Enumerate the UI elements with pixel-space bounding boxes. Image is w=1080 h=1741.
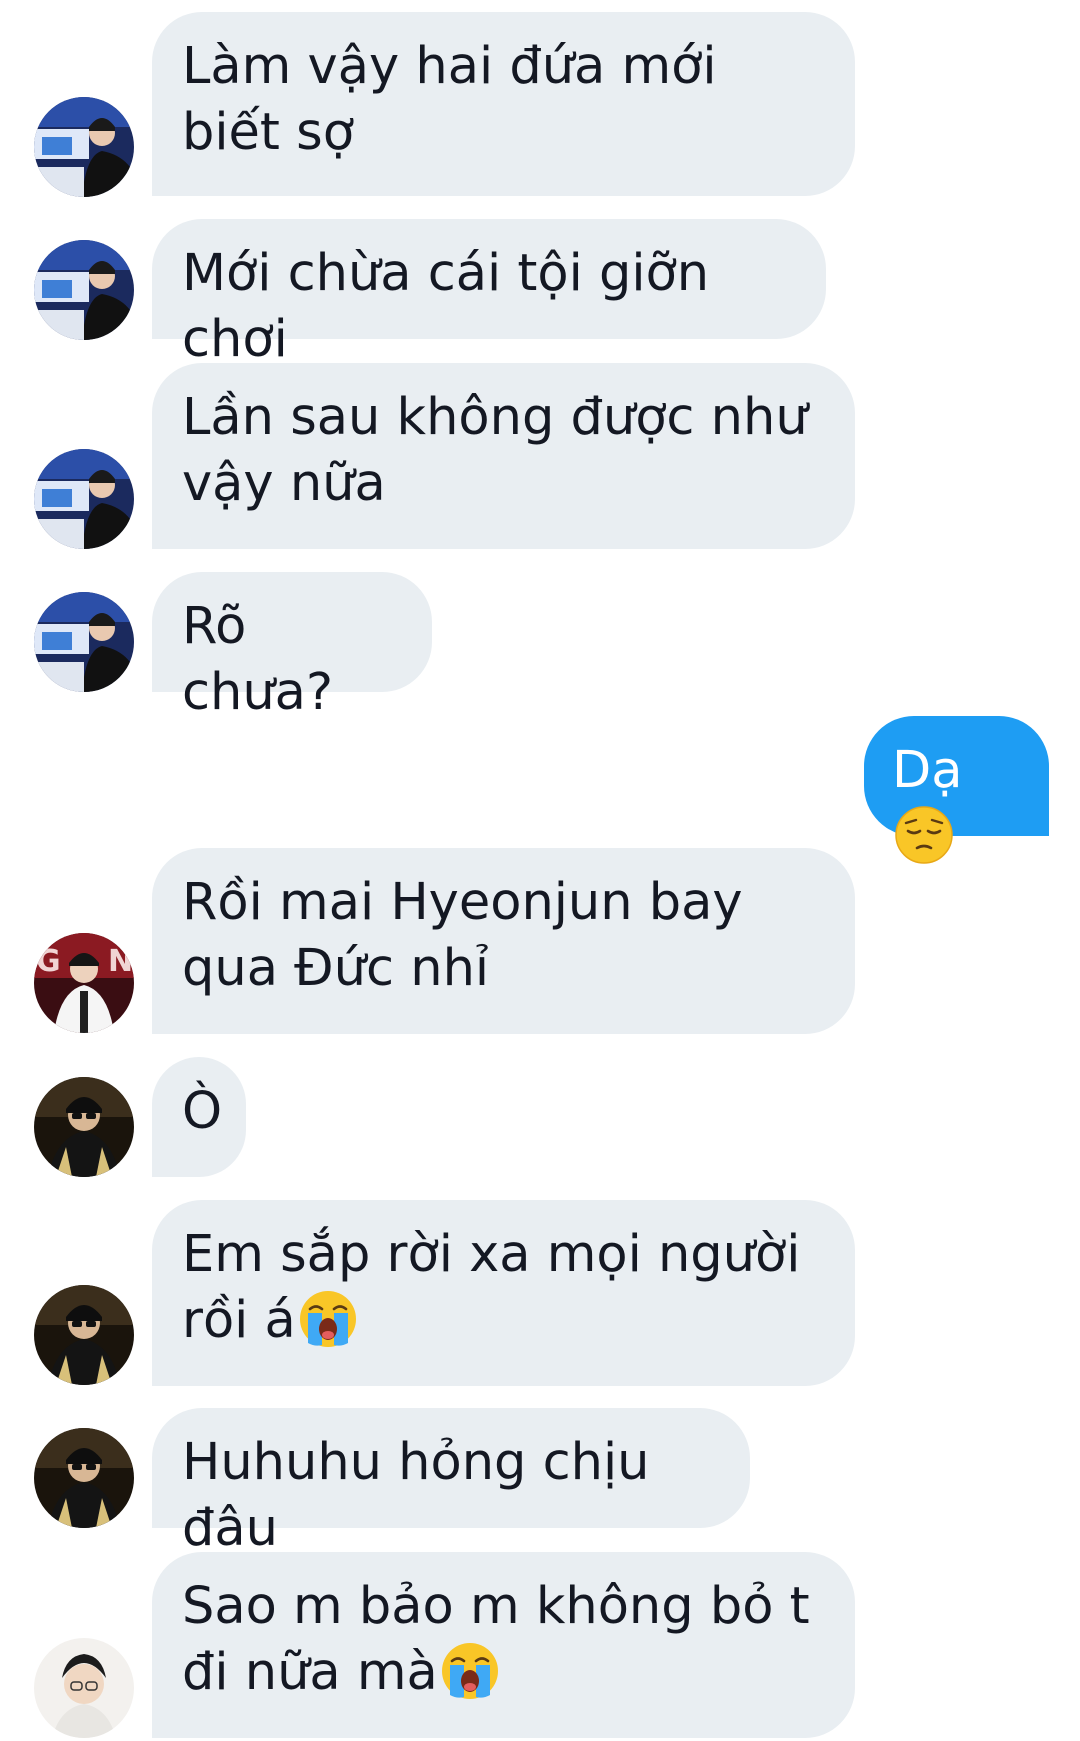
incoming-message: Rồi mai Hyeonjun bay qua Đức nhỉ (152, 848, 855, 1034)
avatar-photo-icon (34, 449, 134, 549)
incoming-message: Mới chừa cái tội giỡn chơi (152, 219, 826, 369)
avatar-photo-icon (34, 1077, 134, 1177)
contact-avatar[interactable] (34, 933, 134, 1033)
incoming-message: Lần sau không được như vậy nữa (152, 363, 855, 549)
message-text: Làm vậy hai đứa mới biết sợ (182, 37, 717, 162)
message-text: Ò (182, 1082, 223, 1141)
loudly-crying-face-icon (298, 1289, 358, 1349)
avatar-photo-icon (34, 592, 134, 692)
contact-avatar[interactable] (34, 592, 134, 692)
message-text: Rồi mai Hyeonjun bay qua Đức nhỉ (182, 873, 743, 998)
pensive-face-icon (894, 805, 954, 865)
message-text: Mới chừa cái tội giỡn chơi (182, 244, 710, 369)
avatar-photo-icon (34, 1285, 134, 1385)
message-text: Dạ (892, 741, 963, 800)
incoming-message: Em sắp rời xa mọi người rồi á (152, 1200, 855, 1386)
avatar-photo-icon (34, 1638, 134, 1738)
contact-avatar[interactable] (34, 449, 134, 549)
contact-avatar[interactable] (34, 1285, 134, 1385)
loudly-crying-face-icon (440, 1641, 500, 1701)
message-text: Huhuhu hỏng chịu đâu (182, 1433, 650, 1558)
incoming-message: Làm vậy hai đứa mới biết sợ (152, 12, 855, 196)
message-text: Lần sau không được như vậy nữa (182, 388, 808, 513)
avatar-photo-icon (34, 933, 134, 1033)
incoming-message: Sao m bảo m không bỏ t đi nữa mà (152, 1552, 855, 1738)
avatar-photo-icon (34, 1428, 134, 1528)
contact-avatar[interactable] (34, 1638, 134, 1738)
message-text: Em sắp rời xa mọi người rồi á (182, 1225, 801, 1350)
contact-avatar[interactable] (34, 97, 134, 197)
outgoing-message: Dạ (864, 716, 1049, 836)
contact-avatar[interactable] (34, 1428, 134, 1528)
incoming-message: Rõ chưa? (152, 572, 432, 722)
avatar-photo-icon (34, 240, 134, 340)
contact-avatar[interactable] (34, 240, 134, 340)
message-text: Rõ chưa? (182, 597, 334, 722)
avatar-photo-icon (34, 97, 134, 197)
contact-avatar[interactable] (34, 1077, 134, 1177)
incoming-message: Ò (152, 1057, 246, 1177)
incoming-message: Huhuhu hỏng chịu đâu (152, 1408, 750, 1558)
